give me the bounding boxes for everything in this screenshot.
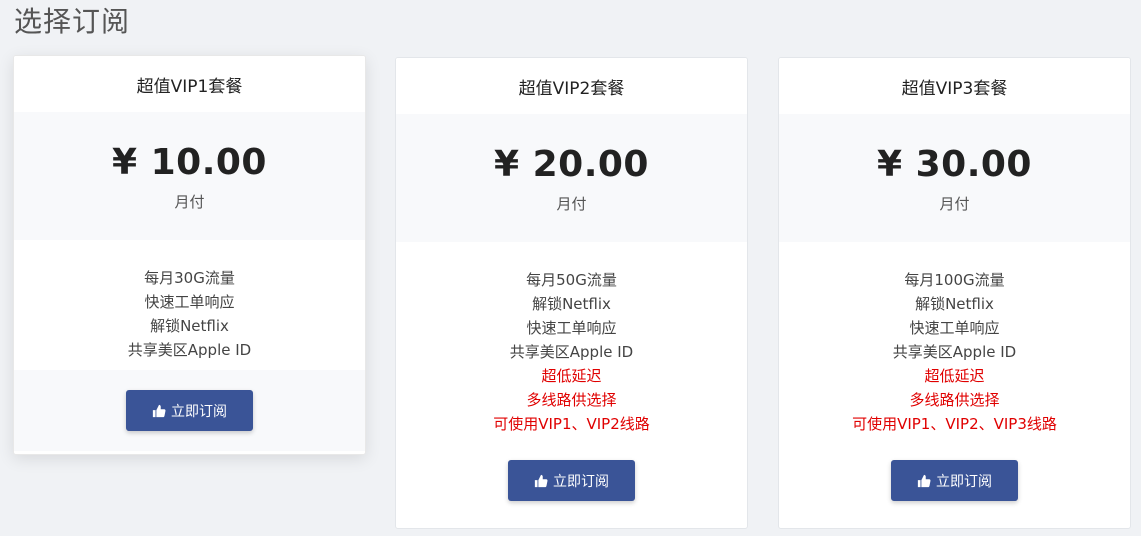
plan-name: 超值VIP3套餐 [779, 58, 1130, 114]
price-box: ¥ 10.00 月付 [14, 112, 365, 240]
subscribe-button[interactable]: 立即订阅 [126, 390, 253, 431]
feature-item: 每月100G流量 [904, 271, 1005, 289]
feature-item: 每月50G流量 [526, 271, 617, 289]
feature-list: 每月100G流量 解锁Netflix 快速工单响应 共享美区Apple ID 超… [779, 242, 1130, 444]
thumbs-up-icon [917, 474, 931, 487]
feature-highlight: 多线路供选择 [526, 391, 617, 409]
plan-card-vip3: 超值VIP3套餐 ¥ 30.00 月付 每月100G流量 解锁Netflix 快… [778, 57, 1131, 529]
price-box: ¥ 30.00 月付 [779, 114, 1130, 242]
card-footer: 立即订阅 [14, 370, 365, 451]
subscribe-button[interactable]: 立即订阅 [508, 460, 635, 501]
plan-period: 月付 [174, 192, 205, 211]
plan-price: ¥ 30.00 [877, 143, 1032, 185]
feature-item: 快速工单响应 [526, 319, 617, 337]
subscribe-button-label: 立即订阅 [171, 403, 227, 420]
feature-highlight: 可使用VIP1、VIP2线路 [493, 415, 650, 433]
plan-period: 月付 [939, 194, 970, 213]
feature-item: 快速工单响应 [144, 293, 235, 311]
feature-item: 共享美区Apple ID [127, 341, 252, 359]
plan-card-vip1: 超值VIP1套餐 ¥ 10.00 月付 每月30G流量 快速工单响应 解锁Net… [13, 55, 366, 455]
plan-name: 超值VIP2套餐 [396, 58, 747, 114]
thumbs-up-icon [534, 474, 548, 487]
plan-price: ¥ 20.00 [494, 143, 649, 185]
page-title: 选择订阅 [14, 5, 131, 38]
card-footer: 立即订阅 [779, 444, 1130, 521]
subscribe-button-label: 立即订阅 [553, 473, 609, 490]
feature-item: 快速工单响应 [909, 319, 1000, 337]
feature-list: 每月50G流量 解锁Netflix 快速工单响应 共享美区Apple ID 超低… [396, 242, 747, 444]
feature-item: 共享美区Apple ID [892, 343, 1017, 361]
thumbs-up-icon [152, 404, 166, 417]
plan-period: 月付 [556, 194, 587, 213]
subscribe-button[interactable]: 立即订阅 [891, 460, 1018, 501]
feature-item: 共享美区Apple ID [509, 343, 634, 361]
feature-highlight: 多线路供选择 [909, 391, 1000, 409]
card-footer: 立即订阅 [396, 444, 747, 521]
price-box: ¥ 20.00 月付 [396, 114, 747, 242]
feature-list: 每月30G流量 快速工单响应 解锁Netflix 共享美区Apple ID [14, 240, 365, 370]
feature-item: 解锁Netflix [150, 317, 229, 335]
subscribe-button-label: 立即订阅 [936, 473, 992, 490]
feature-highlight: 可使用VIP1、VIP2、VIP3线路 [852, 415, 1057, 433]
feature-highlight: 超低延迟 [924, 367, 985, 385]
feature-item: 解锁Netflix [915, 295, 994, 313]
plan-name: 超值VIP1套餐 [14, 56, 365, 112]
feature-item: 每月30G流量 [144, 269, 235, 287]
feature-highlight: 超低延迟 [541, 367, 602, 385]
plan-price: ¥ 10.00 [112, 141, 267, 183]
plan-card-vip2: 超值VIP2套餐 ¥ 20.00 月付 每月50G流量 解锁Netflix 快速… [395, 57, 748, 529]
feature-item: 解锁Netflix [532, 295, 611, 313]
